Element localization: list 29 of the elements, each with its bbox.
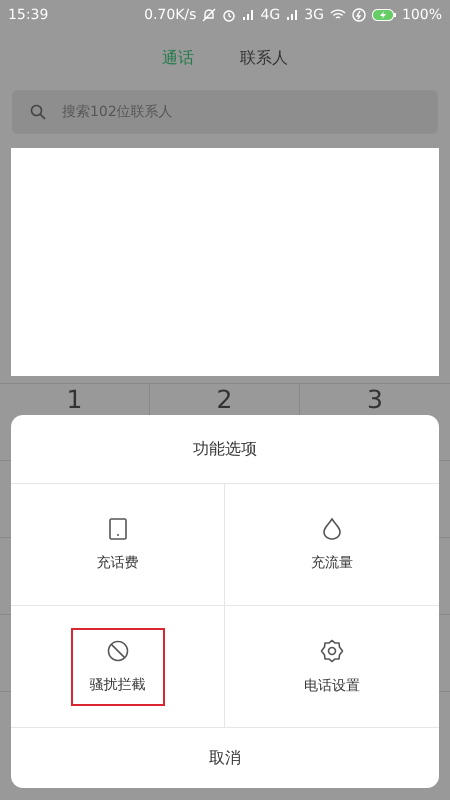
tab[interactable]: 联系人 [240,44,288,72]
wifi-icon [330,9,346,21]
drop-icon [322,518,342,540]
signal-icon [242,9,254,21]
search-icon [30,104,46,120]
option-item[interactable]: 充流量 [285,506,379,584]
search-field[interactable]: 搜索102位联系人 [60,103,420,121]
phone-icon [108,518,128,540]
network-speed: 0.70K/s [144,7,196,23]
signal-icon [286,9,298,21]
network-type: 4G [260,7,280,23]
alarm-icon [222,8,236,22]
battery-level: 100% [402,7,442,23]
block-icon [106,640,128,662]
battery-icon [372,9,396,21]
clock-time: 15:39 [8,7,48,23]
option-item[interactable]: 电话设置 [285,626,379,706]
dial-key[interactable]: 1 [66,387,82,413]
cancel-button[interactable]: 取消 [11,728,439,788]
dial-key[interactable]: 3 [367,387,383,413]
option-item[interactable]: 骚扰拦截 [70,628,164,706]
settings-icon [320,638,344,662]
network-type: 3G [304,7,324,23]
charging-icon [352,8,366,22]
dialog-title: 功能选项 [193,438,257,460]
search-field[interactable]: 搜索102位联系人 [12,90,438,134]
option-item[interactable]: 充话费 [70,506,164,584]
bell-off-icon [202,8,216,22]
dial-key[interactable]: 2 [216,387,232,413]
